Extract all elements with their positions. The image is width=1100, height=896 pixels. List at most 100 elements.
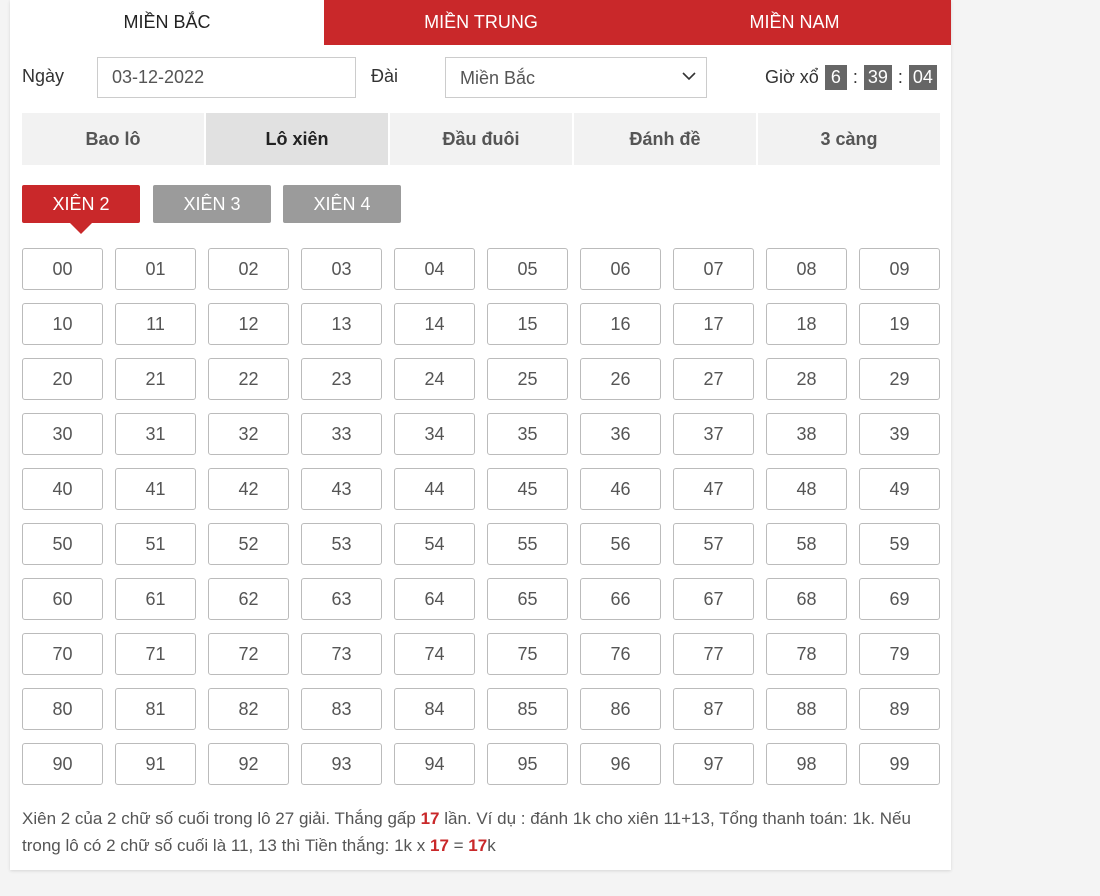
number-cell[interactable]: 05 [487, 248, 568, 290]
game-tab-dau-duoi[interactable]: Đầu đuôi [390, 113, 572, 165]
number-cell[interactable]: 11 [115, 303, 196, 345]
number-cell[interactable]: 10 [22, 303, 103, 345]
number-cell[interactable]: 95 [487, 743, 568, 785]
number-cell[interactable]: 28 [766, 358, 847, 400]
number-cell[interactable]: 67 [673, 578, 754, 620]
number-cell[interactable]: 81 [115, 688, 196, 730]
number-cell[interactable]: 04 [394, 248, 475, 290]
number-cell[interactable]: 42 [208, 468, 289, 510]
number-cell[interactable]: 68 [766, 578, 847, 620]
number-cell[interactable]: 98 [766, 743, 847, 785]
number-cell[interactable]: 37 [673, 413, 754, 455]
number-cell[interactable]: 21 [115, 358, 196, 400]
number-cell[interactable]: 00 [22, 248, 103, 290]
number-cell[interactable]: 33 [301, 413, 382, 455]
number-cell[interactable]: 19 [859, 303, 940, 345]
number-cell[interactable]: 89 [859, 688, 940, 730]
number-cell[interactable]: 60 [22, 578, 103, 620]
number-cell[interactable]: 72 [208, 633, 289, 675]
number-cell[interactable]: 18 [766, 303, 847, 345]
number-cell[interactable]: 91 [115, 743, 196, 785]
number-cell[interactable]: 45 [487, 468, 568, 510]
region-tab-mien-trung[interactable]: MIỀN TRUNG [324, 0, 638, 45]
number-cell[interactable]: 39 [859, 413, 940, 455]
number-cell[interactable]: 50 [22, 523, 103, 565]
number-cell[interactable]: 02 [208, 248, 289, 290]
number-cell[interactable]: 82 [208, 688, 289, 730]
number-cell[interactable]: 77 [673, 633, 754, 675]
number-cell[interactable]: 14 [394, 303, 475, 345]
number-cell[interactable]: 70 [22, 633, 103, 675]
game-tab-lo-xien[interactable]: Lô xiên [206, 113, 388, 165]
number-cell[interactable]: 32 [208, 413, 289, 455]
game-tab-3-cang[interactable]: 3 càng [758, 113, 940, 165]
number-cell[interactable]: 54 [394, 523, 475, 565]
number-cell[interactable]: 88 [766, 688, 847, 730]
number-cell[interactable]: 27 [673, 358, 754, 400]
number-cell[interactable]: 73 [301, 633, 382, 675]
xien-4-button[interactable]: XIÊN 4 [283, 185, 401, 223]
number-cell[interactable]: 85 [487, 688, 568, 730]
number-cell[interactable]: 23 [301, 358, 382, 400]
number-cell[interactable]: 69 [859, 578, 940, 620]
number-cell[interactable]: 55 [487, 523, 568, 565]
number-cell[interactable]: 75 [487, 633, 568, 675]
number-cell[interactable]: 99 [859, 743, 940, 785]
number-cell[interactable]: 92 [208, 743, 289, 785]
number-cell[interactable]: 36 [580, 413, 661, 455]
number-cell[interactable]: 56 [580, 523, 661, 565]
number-cell[interactable]: 66 [580, 578, 661, 620]
number-cell[interactable]: 17 [673, 303, 754, 345]
number-cell[interactable]: 63 [301, 578, 382, 620]
number-cell[interactable]: 94 [394, 743, 475, 785]
number-cell[interactable]: 96 [580, 743, 661, 785]
number-cell[interactable]: 51 [115, 523, 196, 565]
number-cell[interactable]: 43 [301, 468, 382, 510]
xien-2-button[interactable]: XIÊN 2 [22, 185, 140, 234]
number-cell[interactable]: 24 [394, 358, 475, 400]
number-cell[interactable]: 01 [115, 248, 196, 290]
number-cell[interactable]: 41 [115, 468, 196, 510]
number-cell[interactable]: 44 [394, 468, 475, 510]
number-cell[interactable]: 09 [859, 248, 940, 290]
number-cell[interactable]: 93 [301, 743, 382, 785]
number-cell[interactable]: 53 [301, 523, 382, 565]
number-cell[interactable]: 22 [208, 358, 289, 400]
number-cell[interactable]: 03 [301, 248, 382, 290]
number-cell[interactable]: 34 [394, 413, 475, 455]
number-cell[interactable]: 59 [859, 523, 940, 565]
xien-3-button[interactable]: XIÊN 3 [153, 185, 271, 223]
number-cell[interactable]: 47 [673, 468, 754, 510]
number-cell[interactable]: 07 [673, 248, 754, 290]
number-cell[interactable]: 80 [22, 688, 103, 730]
number-cell[interactable]: 48 [766, 468, 847, 510]
number-cell[interactable]: 38 [766, 413, 847, 455]
number-cell[interactable]: 64 [394, 578, 475, 620]
number-cell[interactable]: 76 [580, 633, 661, 675]
number-cell[interactable]: 46 [580, 468, 661, 510]
region-tab-mien-nam[interactable]: MIỀN NAM [638, 0, 951, 45]
number-cell[interactable]: 87 [673, 688, 754, 730]
number-cell[interactable]: 40 [22, 468, 103, 510]
number-cell[interactable]: 83 [301, 688, 382, 730]
number-cell[interactable]: 97 [673, 743, 754, 785]
number-cell[interactable]: 30 [22, 413, 103, 455]
game-tab-danh-de[interactable]: Đánh đề [574, 113, 756, 165]
number-cell[interactable]: 90 [22, 743, 103, 785]
region-tab-mien-bac[interactable]: MIỀN BẮC [10, 0, 324, 45]
number-cell[interactable]: 31 [115, 413, 196, 455]
number-cell[interactable]: 84 [394, 688, 475, 730]
number-cell[interactable]: 52 [208, 523, 289, 565]
number-cell[interactable]: 20 [22, 358, 103, 400]
number-cell[interactable]: 12 [208, 303, 289, 345]
number-cell[interactable]: 06 [580, 248, 661, 290]
number-cell[interactable]: 08 [766, 248, 847, 290]
number-cell[interactable]: 16 [580, 303, 661, 345]
date-input[interactable] [97, 57, 356, 98]
number-cell[interactable]: 26 [580, 358, 661, 400]
number-cell[interactable]: 49 [859, 468, 940, 510]
number-cell[interactable]: 29 [859, 358, 940, 400]
number-cell[interactable]: 57 [673, 523, 754, 565]
number-cell[interactable]: 15 [487, 303, 568, 345]
number-cell[interactable]: 71 [115, 633, 196, 675]
